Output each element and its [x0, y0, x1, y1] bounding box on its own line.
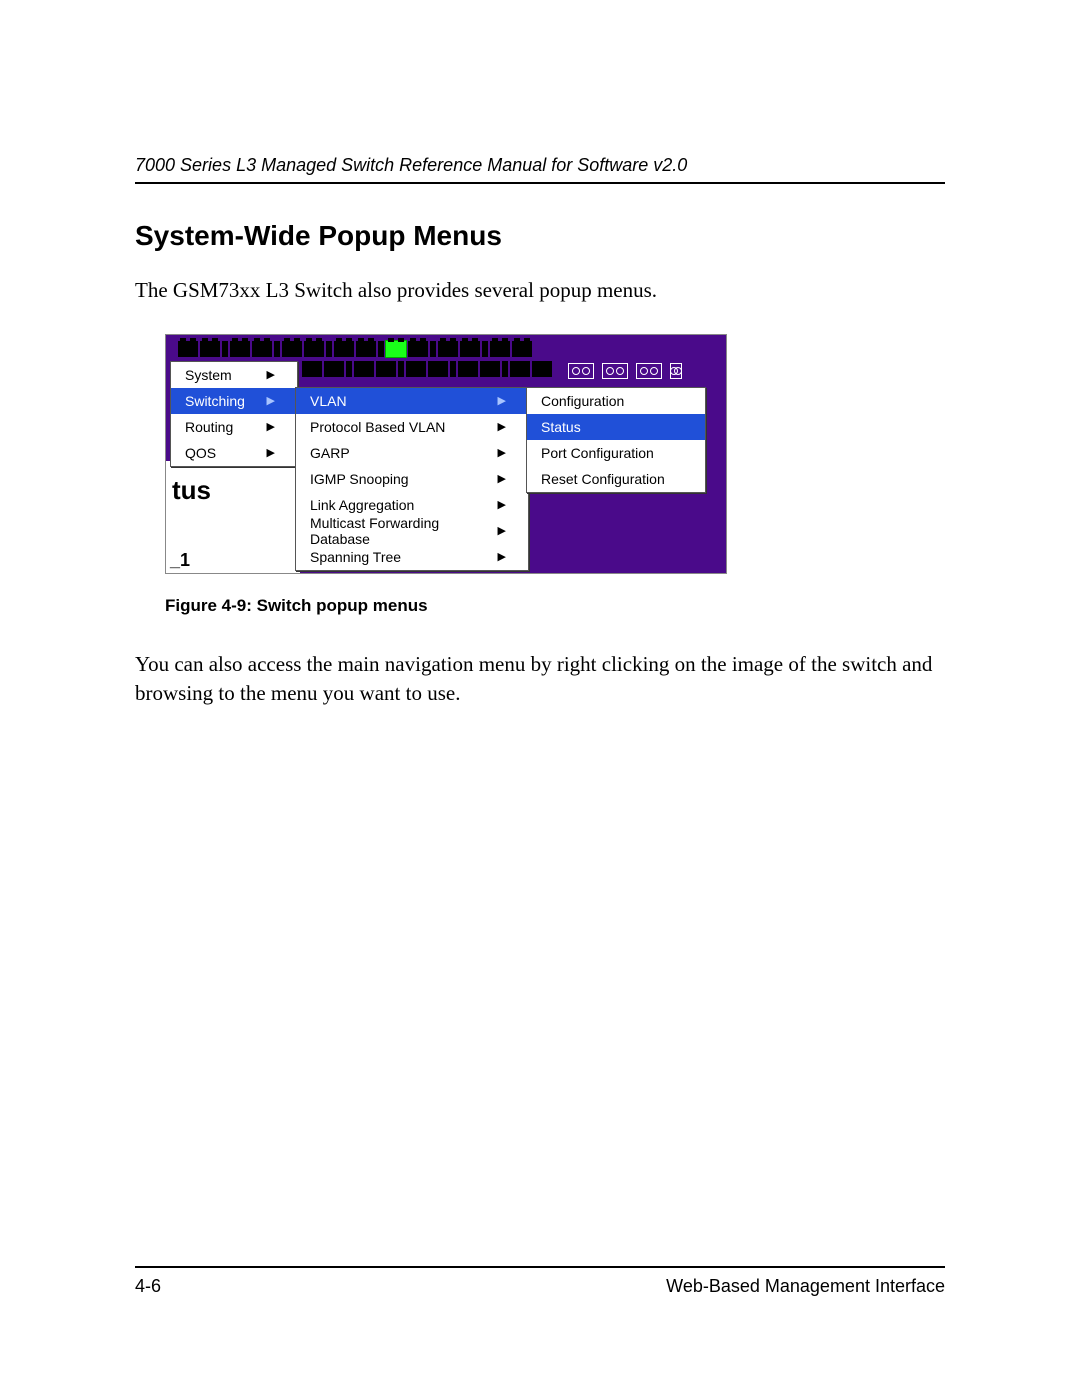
submenu-arrow-icon: ▶ [498, 549, 506, 565]
port-separator [450, 361, 456, 377]
switch-ui-screenshot: tus _1 [165, 334, 727, 574]
menu-item-configuration[interactable]: Configuration [527, 388, 705, 414]
popup-menu-level1: System ▶ Switching ▶ Routing ▶ QOS ▶ [170, 361, 298, 467]
running-header: 7000 Series L3 Managed Switch Reference … [135, 155, 945, 184]
menu-item-switching[interactable]: Switching ▶ [171, 388, 297, 414]
menu-label: Multicast Forwarding Database [310, 515, 488, 547]
port-icon [512, 341, 532, 357]
menu-item-spanning-tree[interactable]: Spanning Tree ▶ [296, 544, 528, 570]
menu-label: Switching [185, 393, 245, 409]
port-separator [326, 341, 332, 357]
port-icon [252, 341, 272, 357]
port-icon [438, 341, 458, 357]
port-separator [378, 341, 384, 357]
port-icon [282, 341, 302, 357]
port-separator [430, 341, 436, 357]
menu-label: Configuration [541, 393, 624, 409]
page-number: 4-6 [135, 1276, 161, 1297]
port-icon [230, 341, 250, 357]
intro-paragraph: The GSM73xx L3 Switch also provides seve… [135, 276, 945, 304]
port-icon [480, 361, 500, 377]
menu-label: Link Aggregation [310, 497, 414, 513]
port-separator [502, 361, 508, 377]
menu-item-protocol-based-vlan[interactable]: Protocol Based VLAN ▶ [296, 414, 528, 440]
menu-item-system[interactable]: System ▶ [171, 362, 297, 388]
menu-label: Protocol Based VLAN [310, 419, 445, 435]
submenu-arrow-icon: ▶ [498, 497, 506, 513]
menu-item-routing[interactable]: Routing ▶ [171, 414, 297, 440]
menu-label: QOS [185, 445, 216, 461]
port-icon [200, 341, 220, 357]
partial-corner-text: _1 [170, 550, 190, 571]
port-icon [334, 341, 354, 357]
menu-label: System [185, 367, 232, 383]
menu-item-multicast-forwarding-database[interactable]: Multicast Forwarding Database ▶ [296, 518, 528, 544]
port-icon [532, 361, 552, 377]
port-separator [482, 341, 488, 357]
port-icon [408, 341, 428, 357]
menu-label: Status [541, 419, 581, 435]
port-icon [324, 361, 344, 377]
menu-item-port-configuration[interactable]: Port Configuration [527, 440, 705, 466]
menu-item-garp[interactable]: GARP ▶ [296, 440, 528, 466]
port-separator [222, 341, 228, 357]
port-icon [460, 341, 480, 357]
popup-menu-level2: VLAN ▶ Protocol Based VLAN ▶ GARP ▶ IGMP… [295, 387, 529, 571]
menu-item-status[interactable]: Status [527, 414, 705, 440]
figure-caption: Figure 4-9: Switch popup menus [165, 596, 725, 616]
section-heading: System-Wide Popup Menus [135, 220, 945, 252]
submenu-arrow-icon: ▶ [498, 419, 506, 435]
port-icon [458, 361, 478, 377]
menu-item-reset-configuration[interactable]: Reset Configuration [527, 466, 705, 492]
port-icon [428, 361, 448, 377]
submenu-arrow-icon: ▶ [498, 471, 506, 487]
port-separator [398, 361, 404, 377]
port-icon [510, 361, 530, 377]
port-icon [302, 361, 322, 377]
figure-container: tus _1 [165, 334, 725, 616]
submenu-arrow-icon: ▶ [498, 523, 506, 539]
menu-item-qos[interactable]: QOS ▶ [171, 440, 297, 466]
menu-label: Reset Configuration [541, 471, 665, 487]
menu-label: IGMP Snooping [310, 471, 409, 487]
fiber-port-icon [602, 363, 628, 379]
submenu-arrow-icon: ▶ [267, 445, 275, 461]
menu-label: Routing [185, 419, 233, 435]
port-separator [346, 361, 352, 377]
port-icon [406, 361, 426, 377]
page-footer: 4-6 Web-Based Management Interface [135, 1266, 945, 1297]
port-icon [490, 341, 510, 357]
submenu-arrow-icon: ▶ [267, 393, 275, 409]
partial-status-text: tus [172, 475, 211, 506]
port-icon [304, 341, 324, 357]
port-icon [376, 361, 396, 377]
port-icon [178, 341, 198, 357]
footer-section-title: Web-Based Management Interface [666, 1276, 945, 1297]
port-icon-active [386, 341, 406, 357]
menu-item-vlan[interactable]: VLAN ▶ [296, 388, 528, 414]
fiber-port-icon [670, 363, 682, 379]
submenu-arrow-icon: ▶ [498, 393, 506, 409]
menu-label: Port Configuration [541, 445, 654, 461]
menu-label: VLAN [310, 393, 347, 409]
document-page: 7000 Series L3 Managed Switch Reference … [0, 0, 1080, 1397]
post-figure-paragraph: You can also access the main navigation … [135, 650, 945, 707]
submenu-arrow-icon: ▶ [498, 445, 506, 461]
port-icon [356, 341, 376, 357]
submenu-arrow-icon: ▶ [267, 419, 275, 435]
fiber-port-icon [568, 363, 594, 379]
popup-menu-level3: Configuration Status Port Configuration … [526, 387, 706, 493]
port-separator [274, 341, 280, 357]
menu-label: Spanning Tree [310, 549, 401, 565]
menu-label: GARP [310, 445, 350, 461]
fiber-port-icon [636, 363, 662, 379]
submenu-arrow-icon: ▶ [267, 367, 275, 383]
menu-item-igmp-snooping[interactable]: IGMP Snooping ▶ [296, 466, 528, 492]
port-icon [354, 361, 374, 377]
